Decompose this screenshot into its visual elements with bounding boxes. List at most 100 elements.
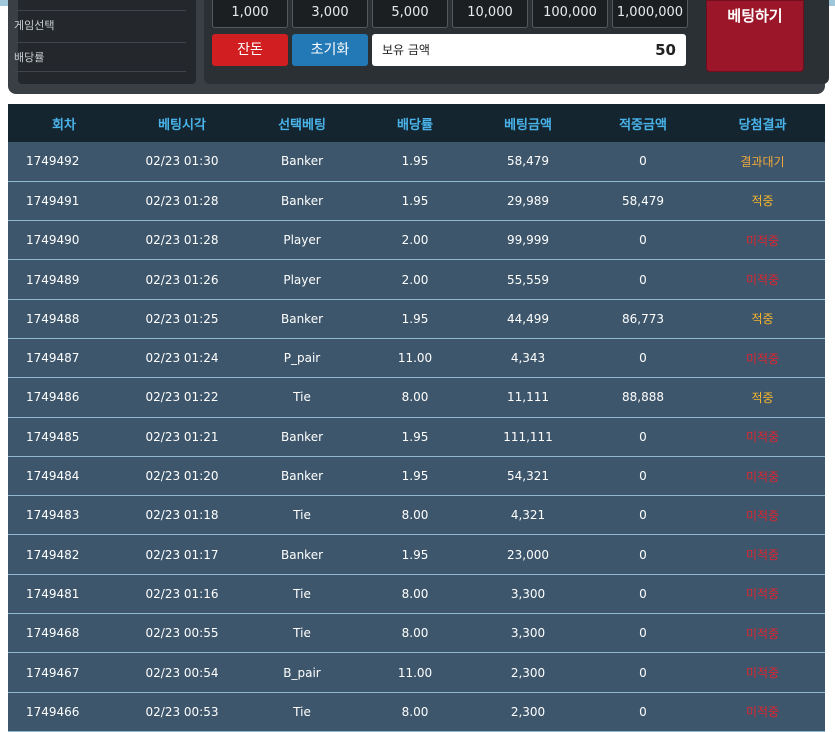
table-row: 1749466 02/23 00:53 Tie 8.00 2,300 0 미적중 (8, 692, 825, 732)
cell-win-amount: 0 (639, 626, 647, 641)
place-bet-button[interactable]: 베팅하기 (706, 0, 804, 72)
cell-bet-time: 02/23 01:30 (145, 154, 219, 169)
table-row: 1749486 02/23 01:22 Tie 8.00 11,111 88,888 적중 (8, 377, 825, 418)
cell-bet-amount: 2,300 (510, 665, 546, 680)
cell-win-amount: 0 (639, 154, 647, 169)
cell-odds: 11.00 (397, 665, 433, 680)
table-row: 1749484 02/23 01:20 Banker 1.95 54,321 0 미적중 (8, 456, 825, 496)
change-button[interactable]: 잔돈 (212, 34, 288, 66)
cell-selection: B_pair (283, 665, 321, 680)
cell-round: 1749482 (26, 547, 80, 562)
cell-win-amount: 0 (639, 429, 647, 444)
cell-odds: 8.00 (401, 390, 429, 405)
cell-selection: Banker (280, 547, 324, 562)
cell-round: 1749468 (26, 626, 80, 641)
cell-result: 미적중 (745, 430, 780, 445)
cell-result: 적중 (751, 312, 774, 327)
cell-round: 1749491 (26, 193, 80, 208)
cell-result: 적중 (751, 390, 774, 405)
cell-result: 미적중 (745, 273, 780, 288)
balance-amount: 50 (655, 41, 676, 59)
table-row: 1749492 02/23 01:30 Banker 1.95 58,479 0 결과대기 (8, 142, 825, 182)
cell-result: 미적중 (745, 587, 780, 602)
cell-bet-time: 02/23 00:55 (145, 626, 219, 641)
chip-1000000[interactable]: 1,000,000 (612, 0, 688, 28)
cell-odds: 1.95 (401, 469, 429, 484)
cell-selection: Tie (293, 626, 311, 641)
cell-win-amount: 0 (639, 272, 647, 287)
cell-bet-amount: 29,989 (507, 193, 549, 208)
cell-bet-time: 02/23 01:24 (145, 351, 219, 366)
cell-bet-amount: 55,559 (507, 272, 549, 287)
cell-round: 1749490 (26, 233, 80, 248)
cell-win-amount: 0 (639, 233, 647, 248)
table-row: 1749488 02/23 01:25 Banker 1.95 44,499 86,773… (8, 299, 825, 339)
cell-bet-time: 02/23 01:17 (145, 547, 219, 562)
cell-win-amount: 58,479 (622, 193, 664, 208)
cell-odds: 1.95 (401, 193, 429, 208)
cell-win-amount: 0 (639, 586, 647, 601)
cell-result: 미적중 (745, 626, 780, 641)
cell-bet-amount: 3,300 (510, 586, 546, 601)
cell-result: 결과대기 (740, 154, 785, 169)
cell-selection: Tie (293, 586, 311, 601)
cell-result: 미적중 (745, 233, 780, 248)
header-bet-time: 베팅시각 (158, 117, 206, 133)
header-bet-amount: 베팅금액 (504, 117, 552, 133)
cell-bet-amount: 54,321 (507, 469, 549, 484)
cell-bet-time: 02/23 01:21 (145, 429, 219, 444)
cell-win-amount: 88,888 (622, 390, 664, 405)
cell-round: 1749487 (26, 351, 80, 366)
cell-round: 1749484 (26, 469, 80, 484)
cell-bet-time: 02/23 01:18 (145, 508, 219, 523)
bet-history-table: 회차 베팅시각 선택베팅 배당률 베팅금액 적중금액 당첨결과 1749492 0… (8, 104, 825, 732)
cell-result: 미적중 (745, 508, 780, 523)
cell-odds: 1.95 (401, 547, 429, 562)
cell-selection: Banker (280, 154, 324, 169)
cell-round: 1749483 (26, 508, 80, 523)
cell-bet-time: 02/23 01:25 (145, 311, 219, 326)
cell-result: 미적중 (745, 469, 780, 484)
cell-bet-time: 02/23 00:53 (145, 704, 219, 719)
cell-odds: 1.95 (401, 154, 429, 169)
menu-item-odds[interactable]: 배당률 (14, 42, 186, 72)
cell-odds: 8.00 (401, 586, 429, 601)
balance-label: 보유 금액 (382, 43, 430, 57)
table-row: 1749485 02/23 01:21 Banker 1.95 111,111 0 미적중 (8, 417, 825, 457)
cell-selection: Tie (293, 390, 311, 405)
chip-5000[interactable]: 5,000 (372, 0, 448, 28)
table-row: 1749482 02/23 01:17 Banker 1.95 23,000 0 미적중 (8, 534, 825, 575)
cell-round: 1749488 (26, 311, 80, 326)
chip-100000[interactable]: 100,000 (532, 0, 608, 28)
chip-10000[interactable]: 10,000 (452, 0, 528, 28)
chip-1000[interactable]: 1,000 (212, 0, 288, 28)
cell-win-amount: 0 (639, 351, 647, 366)
cell-odds: 2.00 (401, 272, 429, 287)
cell-selection: Player (283, 233, 321, 248)
cell-selection: Tie (293, 704, 311, 719)
cell-round: 1749486 (26, 390, 80, 405)
cell-selection: Player (283, 272, 321, 287)
table-row: 1749481 02/23 01:16 Tie 8.00 3,300 0 미적중 (8, 574, 825, 614)
menu-item-game-select[interactable]: 게임선택 (14, 10, 186, 40)
cell-win-amount: 86,773 (622, 311, 664, 326)
cell-result: 미적중 (745, 705, 780, 720)
cell-round: 1749489 (26, 272, 80, 287)
cell-result: 미적중 (745, 548, 780, 563)
cell-result: 미적중 (745, 351, 780, 366)
cell-bet-time: 02/23 01:22 (145, 390, 219, 405)
cell-selection: Banker (280, 311, 324, 326)
cell-round: 1749485 (26, 429, 80, 444)
cell-bet-amount: 3,300 (510, 626, 546, 641)
reset-button[interactable]: 초기화 (292, 34, 368, 66)
cell-odds: 1.95 (401, 429, 429, 444)
header-win-amount: 적중금액 (619, 117, 667, 133)
table-row: 1749490 02/23 01:28 Player 2.00 99,999 0 미적중 (8, 220, 825, 260)
cell-win-amount: 0 (639, 547, 647, 562)
header-result: 당첨결과 (738, 117, 787, 133)
cell-win-amount: 0 (639, 665, 647, 680)
cell-odds: 8.00 (401, 704, 429, 719)
cell-win-amount: 0 (639, 508, 647, 523)
chip-3000[interactable]: 3,000 (292, 0, 368, 28)
cell-bet-amount: 99,999 (507, 233, 549, 248)
